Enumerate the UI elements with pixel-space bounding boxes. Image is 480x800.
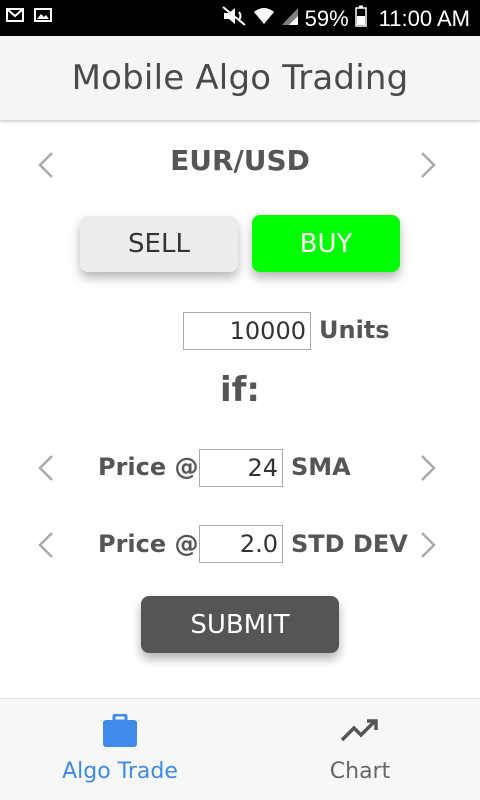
briefcase-icon [102,713,138,749]
buy-button[interactable]: BUY [252,215,400,272]
nav-chart-label: Chart [329,759,391,784]
nav-chart[interactable]: Chart [240,699,480,800]
condition-2-prefix: Price @ [98,530,199,558]
nav-algo-trade-label: Algo Trade [62,759,178,784]
condition-1-suffix: SMA [291,453,351,481]
mail-icon [6,8,24,27]
condition-1-prefix: Price @ [98,453,199,481]
battery-icon [354,5,367,33]
condition-2-prev-button[interactable] [26,525,66,565]
app-title: Mobile Algo Trading [71,58,409,98]
wifi-icon [253,6,275,32]
condition-2-suffix: STD DEV [291,530,408,558]
condition-2-next-button[interactable] [408,525,448,565]
chevron-right-icon [421,532,436,558]
sma-period-input[interactable] [199,449,283,487]
std-dev-input[interactable] [199,525,283,563]
battery-level: 59% [304,6,349,31]
chevron-right-icon [421,152,436,178]
sell-button[interactable]: SELL [80,216,238,272]
mute-icon [221,5,247,33]
submit-button[interactable]: SUBMIT [141,596,339,653]
if-label: if: [219,370,261,410]
chevron-left-icon [38,532,53,558]
app-bar: Mobile Algo Trading [0,36,480,120]
signal-icon [281,6,299,32]
next-pair-button[interactable] [408,145,448,185]
units-input[interactable] [183,312,311,350]
condition-1-prev-button[interactable] [26,448,66,488]
status-bar: 59% 11:00 AM [0,0,480,36]
image-icon [34,8,52,27]
system-icons: 59% 11:00 AM [221,5,470,33]
clock: 11:00 AM [378,6,470,31]
chevron-right-icon [421,455,436,481]
units-label: Units [319,316,390,344]
bottom-navigation: Algo Trade Chart [0,698,480,800]
notification-icons [6,8,52,27]
condition-1-next-button[interactable] [408,448,448,488]
chevron-left-icon [38,455,53,481]
trending-up-icon [340,713,380,749]
nav-algo-trade[interactable]: Algo Trade [0,699,240,800]
